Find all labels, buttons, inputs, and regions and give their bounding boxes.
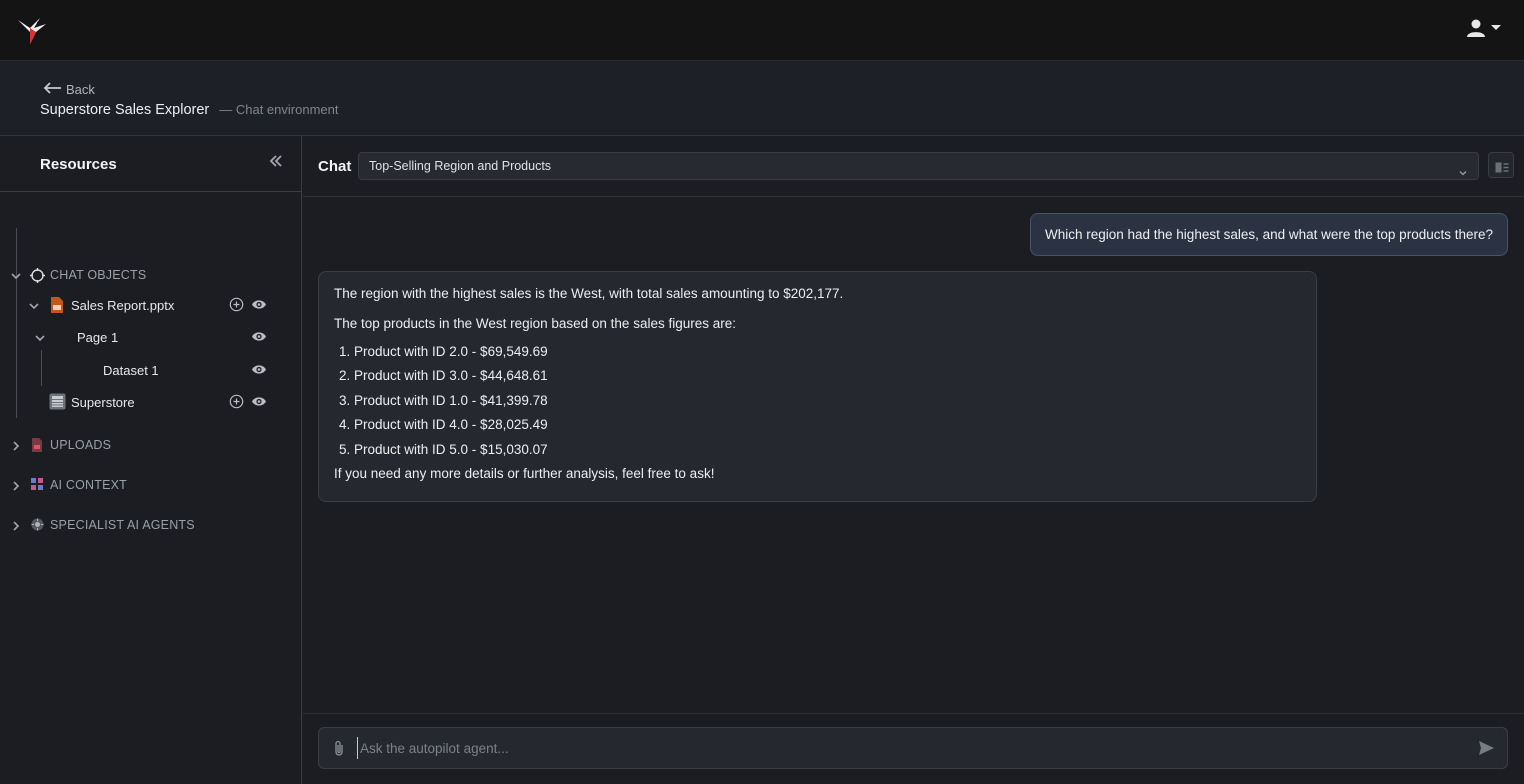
target-icon [30,268,45,283]
user-menu[interactable] [1466,18,1502,38]
page-title: Superstore Sales Explorer [40,102,210,118]
chevron-down-icon[interactable] [10,269,22,281]
assistant-message: The region with the highest sales is the… [318,271,1317,502]
top-products-list: 1. Product with ID 2.0 - $69,549.69 2. P… [339,344,1301,457]
page-header: Back Superstore Sales Explorer — Chat en… [0,61,1524,136]
chat-label: Chat [318,158,352,175]
chevron-right-icon[interactable] [10,479,22,491]
context-icon [31,478,45,492]
arrow-left-icon [42,81,62,98]
composer [318,727,1508,769]
list-item: 2. Product with ID 3.0 - $44,648.61 [339,368,548,384]
eye-icon[interactable] [251,329,267,345]
user-icon [1466,18,1486,38]
section-ai-context[interactable]: AI CONTEXT [0,472,300,498]
section-label: CHAT OBJECTS [50,268,147,282]
tree-item-label: Dataset 1 [103,363,159,378]
user-message: Which region had the highest sales, and … [1029,213,1508,256]
tree-item-label: Superstore [71,395,135,410]
user-message-text: Which region had the highest sales, and … [1044,227,1493,242]
table-icon [49,393,66,410]
assistant-closing: If you need any more details or further … [334,465,715,481]
section-chat-objects[interactable]: CHAT OBJECTS [0,262,300,288]
resources-sidebar: Resources CHAT OBJECTS Sales Report.pptx… [0,136,302,784]
chevron-right-icon[interactable] [10,519,22,531]
double-chevron-left-icon[interactable] [269,154,283,173]
chat-input[interactable] [357,737,1457,759]
chevron-down-icon [1490,24,1502,32]
tree-item-dataset-1[interactable]: Dataset 1 [0,357,300,383]
top-bar [0,0,1524,61]
chat-session-select[interactable]: Top-Selling Region and Products [358,152,1479,180]
upload-icon [31,438,45,452]
tree-item-label: Sales Report.pptx [71,298,175,313]
chevron-down-icon[interactable] [28,299,40,311]
eye-icon[interactable] [251,297,267,313]
tree-item-sales-report[interactable]: Sales Report.pptx [0,292,300,318]
hummingbird-logo-icon[interactable] [16,14,48,46]
list-item: 5. Product with ID 5.0 - $15,030.07 [339,441,548,457]
chevron-down-icon[interactable] [34,331,46,343]
sidebar-title: Resources [40,156,117,173]
back-link[interactable]: Back [42,81,95,98]
tree-item-label: Page 1 [77,330,119,345]
agent-icon [31,518,45,532]
section-specialist-agents[interactable]: SPECIALIST AI AGENTS [0,512,300,538]
page-subtitle: — Chat environment [219,102,339,117]
chat-session-name: Top-Selling Region and Products [369,159,552,173]
list-item: 4. Product with ID 4.0 - $28,025.49 [339,417,548,433]
plus-circle-icon[interactable] [229,297,245,313]
section-uploads[interactable]: UPLOADS [0,432,300,458]
assistant-lead: The top products in the West region base… [334,316,736,331]
composer-area [303,713,1524,784]
plus-circle-icon[interactable] [229,394,245,410]
list-item: 3. Product with ID 1.0 - $41,399.78 [339,392,548,408]
layout-icon [1495,160,1509,178]
tree-item-superstore[interactable]: Superstore [0,389,300,415]
chevron-down-icon [1458,161,1468,187]
send-icon[interactable] [1478,740,1495,761]
pptx-file-icon [50,297,64,313]
section-label: AI CONTEXT [50,478,128,492]
section-label: UPLOADS [50,438,112,452]
list-item: 1. Product with ID 2.0 - $69,549.69 [339,344,548,359]
back-label: Back [66,82,95,97]
chevron-right-icon[interactable] [10,439,22,451]
paperclip-icon[interactable] [333,740,345,762]
eye-icon[interactable] [251,394,267,410]
section-label: SPECIALIST AI AGENTS [50,518,195,532]
layout-toggle-button[interactable] [1488,152,1514,178]
assistant-intro: The region with the highest sales is the… [334,286,844,301]
eye-icon[interactable] [251,362,267,378]
tree-item-page-1[interactable]: Page 1 [0,324,300,350]
chat-panel: Chat Top-Selling Region and Products Whi… [303,136,1524,784]
